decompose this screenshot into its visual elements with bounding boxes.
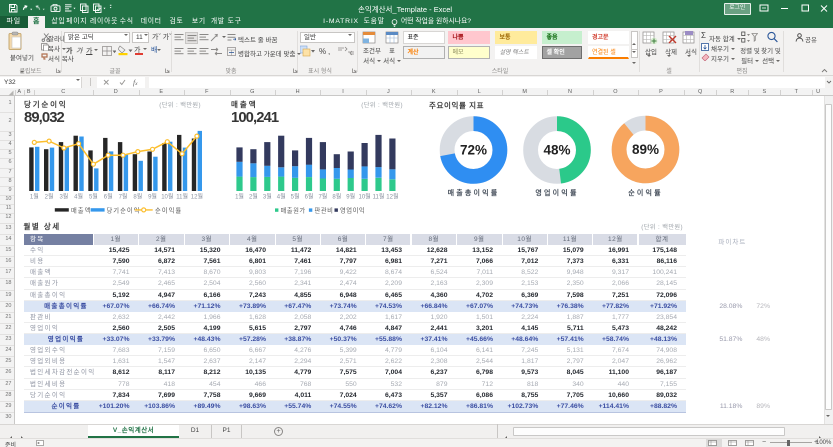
- svg-text:10월: 10월: [358, 193, 370, 201]
- svg-text:7월: 7월: [318, 193, 327, 201]
- svg-text:48%: 48%: [543, 143, 570, 158]
- svg-text:89%: 89%: [632, 142, 659, 157]
- svg-text:5월: 5월: [291, 193, 300, 201]
- svg-text:8월: 8월: [133, 193, 142, 201]
- svg-text:72%: 72%: [460, 143, 487, 158]
- svg-text:영업이익률: 영업이익률: [535, 188, 578, 197]
- svg-text:2월: 2월: [45, 193, 54, 201]
- svg-text:매출액: 매출액: [71, 205, 91, 214]
- svg-text:11월: 11월: [373, 193, 385, 201]
- svg-text:3월: 3월: [59, 193, 68, 201]
- svg-text:1월: 1월: [235, 193, 244, 201]
- svg-text:1월: 1월: [30, 193, 39, 201]
- svg-text:12월: 12월: [191, 193, 203, 201]
- svg-text:순이익률: 순이익률: [628, 188, 663, 197]
- svg-text:5월: 5월: [89, 193, 98, 201]
- svg-text:4월: 4월: [74, 193, 83, 201]
- svg-text:매출원가: 매출원가: [281, 205, 306, 214]
- svg-text:6월: 6월: [305, 193, 314, 201]
- svg-text:판관비: 판관비: [315, 205, 334, 214]
- svg-text:7월: 7월: [119, 193, 128, 201]
- svg-text:8월: 8월: [332, 193, 341, 201]
- svg-text:매출총이익률: 매출총이익률: [448, 188, 500, 197]
- svg-text:9월: 9월: [346, 193, 355, 201]
- svg-text:,: ,: [328, 47, 330, 56]
- svg-text:%: %: [319, 47, 326, 56]
- svg-text:6월: 6월: [104, 193, 113, 201]
- svg-text:영업이익: 영업이익: [340, 205, 365, 214]
- svg-text:9월: 9월: [148, 193, 157, 201]
- svg-text:4월: 4월: [277, 193, 286, 201]
- svg-text:순이익률: 순이익률: [155, 205, 182, 214]
- svg-text:3월: 3월: [263, 193, 272, 201]
- svg-text:11월: 11월: [176, 193, 188, 201]
- svg-text:10월: 10월: [161, 193, 173, 201]
- svg-text:2월: 2월: [249, 193, 258, 201]
- svg-text:12월: 12월: [386, 193, 398, 201]
